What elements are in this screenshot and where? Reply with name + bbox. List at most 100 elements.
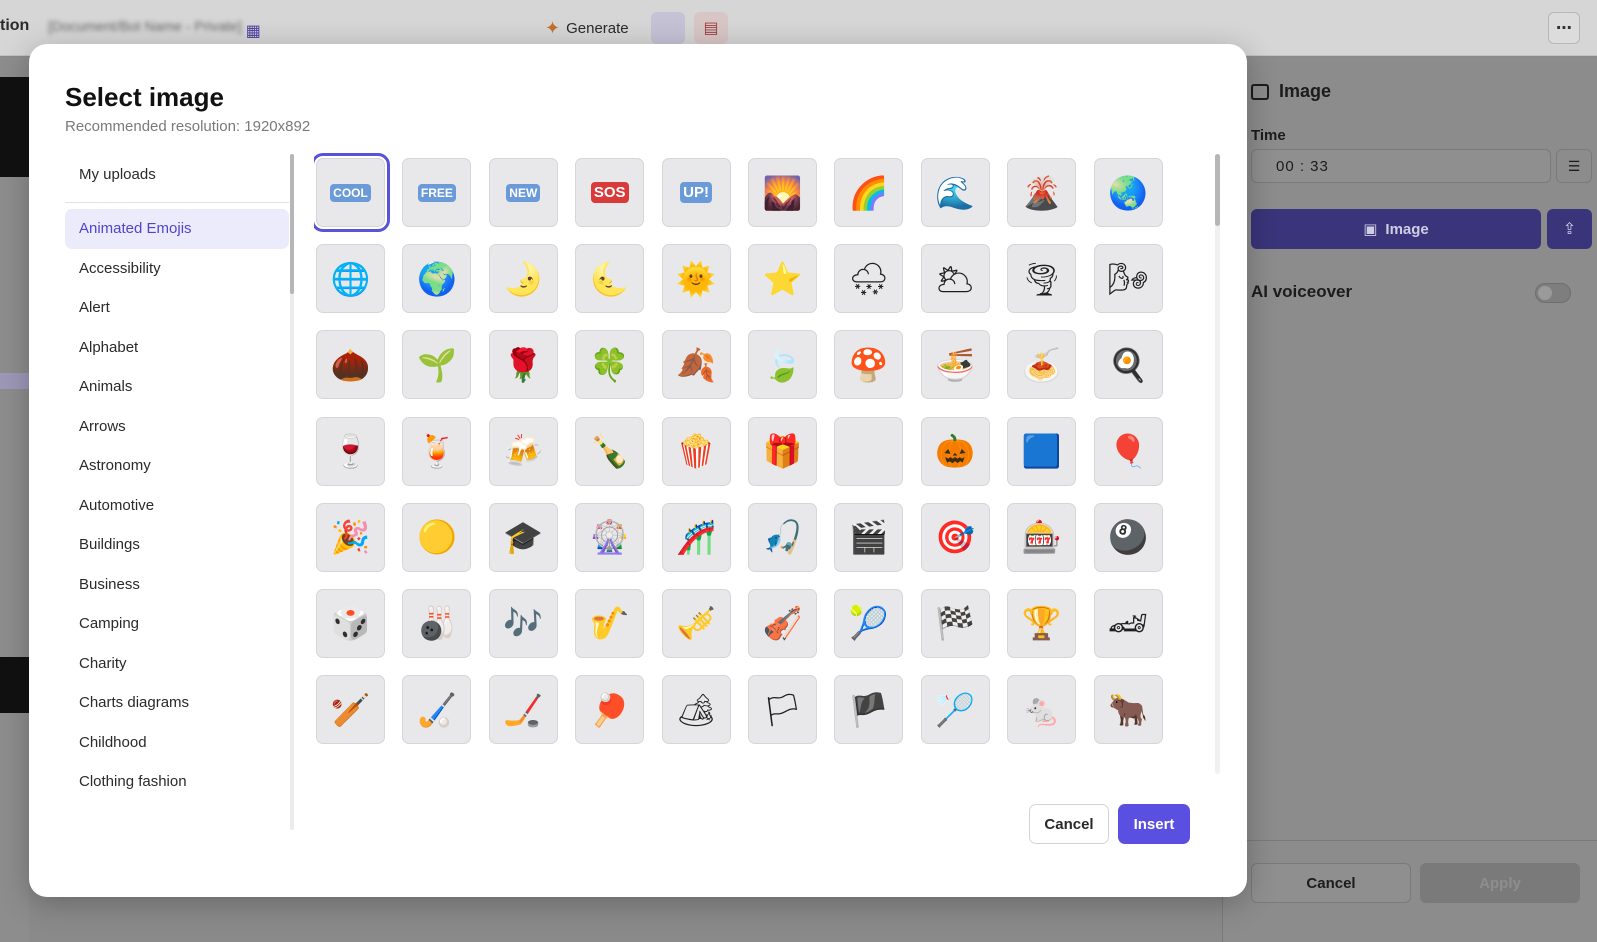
- category-item-childhood[interactable]: Childhood: [65, 723, 289, 763]
- emoji-tile[interactable]: 🌪: [1007, 244, 1077, 314]
- category-item-charity[interactable]: Charity: [65, 644, 289, 684]
- emoji-tile[interactable]: 🌨: [834, 244, 904, 314]
- emoji-tile[interactable]: 🎺: [661, 588, 731, 658]
- category-item-astronomy[interactable]: Astronomy: [65, 446, 289, 486]
- emoji-tile[interactable]: 🌍: [402, 244, 472, 314]
- time-input[interactable]: 00 : 33: [1251, 149, 1551, 183]
- category-item-arrows[interactable]: Arrows: [65, 407, 289, 447]
- category-item-animated-emojis[interactable]: Animated Emojis: [65, 209, 289, 249]
- emoji-tile[interactable]: COOL: [314, 153, 390, 232]
- document-name[interactable]: [Document/Bot Name - Private]: [48, 18, 242, 34]
- emoji-tile[interactable]: SOS: [575, 158, 645, 227]
- emoji-tile[interactable]: 🍹: [402, 416, 472, 486]
- emoji-tile[interactable]: 🍃: [747, 330, 817, 400]
- emoji-tile[interactable]: 🎬: [834, 502, 904, 572]
- emoji-tile[interactable]: 🌬: [1093, 244, 1163, 314]
- emoji-tile[interactable]: 🌄: [747, 158, 817, 227]
- panel-apply-button[interactable]: Apply: [1420, 863, 1580, 903]
- more-options-button[interactable]: ⋯: [1548, 12, 1580, 44]
- panel-cancel-button[interactable]: Cancel: [1251, 863, 1411, 903]
- emoji-tile[interactable]: 🟡: [402, 502, 472, 572]
- emoji-tile[interactable]: 🍷: [316, 416, 385, 486]
- grid-scrollbar[interactable]: [1215, 154, 1220, 774]
- emoji-tile[interactable]: 🏁: [920, 588, 990, 658]
- category-item-my-uploads[interactable]: My uploads: [65, 152, 289, 196]
- emoji-tile[interactable]: 🌥: [920, 244, 990, 314]
- cancel-button[interactable]: Cancel: [1029, 804, 1109, 844]
- emoji-tile[interactable]: 🏸: [920, 675, 990, 745]
- emoji-tile[interactable]: 🎱: [1093, 502, 1163, 572]
- emoji-tile[interactable]: NEW: [488, 158, 558, 227]
- emoji-tile[interactable]: 🍻: [488, 416, 558, 486]
- emoji-tile[interactable]: 🎷: [575, 588, 645, 658]
- emoji-tile[interactable]: 🟦: [1007, 416, 1077, 486]
- emoji-tile[interactable]: 🎢: [661, 502, 731, 572]
- emoji-tile[interactable]: 🎈: [1093, 416, 1163, 486]
- emoji-tile[interactable]: FREE: [402, 158, 472, 227]
- category-item-alert[interactable]: Alert: [65, 288, 289, 328]
- emoji-tile[interactable]: 🎶: [488, 588, 558, 658]
- emoji-tile[interactable]: 🎃: [920, 416, 990, 486]
- insert-button[interactable]: Insert: [1118, 804, 1190, 844]
- category-item-clothing-fashion[interactable]: Clothing fashion: [65, 762, 289, 802]
- emoji-tile[interactable]: 🎯: [920, 502, 990, 572]
- emoji-tile[interactable]: 🎉: [316, 502, 385, 572]
- emoji-tile[interactable]: 🐂: [1093, 675, 1163, 745]
- emoji-tile[interactable]: 🏕: [661, 675, 731, 745]
- upload-button[interactable]: ⇪: [1547, 209, 1592, 249]
- emoji-tile[interactable]: 🎣: [747, 502, 817, 572]
- emoji-tile[interactable]: 🍀: [575, 330, 645, 400]
- emoji-tile[interactable]: 🌊: [920, 158, 990, 227]
- emoji-tile[interactable]: 🎁: [747, 416, 817, 486]
- emoji-tile[interactable]: 🏆: [1007, 588, 1077, 658]
- emoji-tile[interactable]: 🌏: [1093, 158, 1163, 227]
- emoji-tile[interactable]: 🍂: [661, 330, 731, 400]
- ai-voiceover-toggle[interactable]: [1535, 283, 1571, 303]
- generate-button[interactable]: ✦ Generate: [545, 14, 629, 42]
- category-scrollbar-thumb[interactable]: [290, 154, 294, 294]
- emoji-tile[interactable]: 🌱: [402, 330, 472, 400]
- emoji-tile[interactable]: 🎲: [316, 588, 385, 658]
- emoji-tile[interactable]: 🌜: [575, 244, 645, 314]
- emoji-tile[interactable]: 🍳: [1093, 330, 1163, 400]
- emoji-tile[interactable]: ⭐: [747, 244, 817, 314]
- emoji-tile[interactable]: 🐁: [1007, 675, 1077, 745]
- emoji-tile[interactable]: 🏏: [316, 675, 385, 745]
- emoji-tile[interactable]: 🏎: [1093, 588, 1163, 658]
- emoji-tile[interactable]: 🌹: [488, 330, 558, 400]
- emoji-tile[interactable]: 🎾: [834, 588, 904, 658]
- emoji-tile[interactable]: 🎰: [1007, 502, 1077, 572]
- emoji-tile[interactable]: [834, 416, 904, 486]
- emoji-tile[interactable]: 🎻: [747, 588, 817, 658]
- category-item-automotive[interactable]: Automotive: [65, 486, 289, 526]
- emoji-tile[interactable]: 🍿: [661, 416, 731, 486]
- emoji-tile[interactable]: 🏒: [488, 675, 558, 745]
- emoji-tile[interactable]: 🌋: [1007, 158, 1077, 227]
- emoji-tile[interactable]: 🎡: [575, 502, 645, 572]
- emoji-tile[interactable]: 🎓: [488, 502, 558, 572]
- emoji-tile[interactable]: 🌐: [316, 244, 385, 314]
- emoji-tile[interactable]: 🌛: [488, 244, 558, 314]
- category-item-buildings[interactable]: Buildings: [65, 525, 289, 565]
- category-item-business[interactable]: Business: [65, 565, 289, 605]
- emoji-tile[interactable]: UP!: [661, 158, 731, 227]
- category-item-charts-diagrams[interactable]: Charts diagrams: [65, 683, 289, 723]
- emoji-tile[interactable]: 🍝: [1007, 330, 1077, 400]
- emoji-tile[interactable]: 🍜: [920, 330, 990, 400]
- time-settings-button[interactable]: ☰: [1556, 149, 1592, 183]
- emoji-tile[interactable]: 🌞: [661, 244, 731, 314]
- emoji-tile[interactable]: 🍾: [575, 416, 645, 486]
- emoji-tile[interactable]: 🌈: [834, 158, 904, 227]
- emoji-tile[interactable]: 🏓: [575, 675, 645, 745]
- category-item-camping[interactable]: Camping: [65, 604, 289, 644]
- category-item-accessibility[interactable]: Accessibility: [65, 249, 289, 289]
- grid-scrollbar-thumb[interactable]: [1215, 154, 1220, 226]
- category-scrollbar[interactable]: [290, 154, 294, 830]
- choose-image-button[interactable]: ▣ Image: [1251, 209, 1541, 249]
- emoji-tile[interactable]: 🏑: [402, 675, 472, 745]
- category-item-animals[interactable]: Animals: [65, 367, 289, 407]
- emoji-tile[interactable]: 🎳: [402, 588, 472, 658]
- emoji-tile[interactable]: 🏴: [834, 675, 904, 745]
- document-view-button[interactable]: ▤: [694, 12, 728, 44]
- emoji-tile[interactable]: 🍄: [834, 330, 904, 400]
